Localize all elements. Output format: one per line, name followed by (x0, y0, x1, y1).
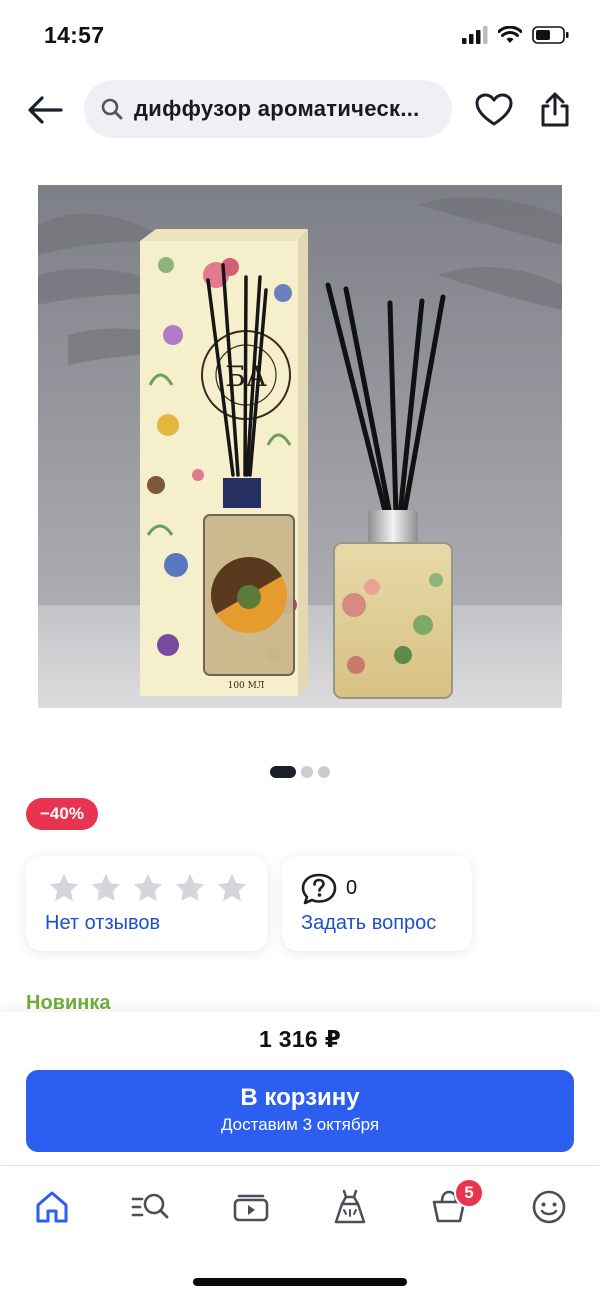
nav-catalog[interactable] (125, 1182, 175, 1232)
no-reviews-link[interactable]: Нет отзывов (45, 912, 160, 935)
bottom-navigation: 5 (0, 1166, 600, 1246)
pagination-dot[interactable] (301, 766, 313, 778)
pagination-dot-active[interactable] (270, 766, 296, 778)
share-icon (541, 92, 569, 127)
home-indicator (193, 1278, 407, 1286)
image-pagination (270, 766, 330, 778)
nav-home[interactable] (27, 1182, 77, 1232)
status-time: 14:57 (44, 22, 105, 48)
search-input[interactable]: диффузор ароматическ... (84, 80, 452, 138)
catalog-search-icon (131, 1193, 169, 1219)
delivery-date: Доставим 3 октября (220, 1115, 380, 1134)
share-button[interactable] (534, 88, 576, 132)
battery-icon (532, 26, 569, 44)
dress-icon (334, 1189, 366, 1224)
star-icon (50, 874, 78, 901)
buy-panel: 1 316 ₽ В корзину Доставим 3 октября (0, 1012, 600, 1166)
cart-count-badge: 5 (454, 1178, 484, 1208)
top-bar: диффузор ароматическ... (0, 78, 600, 142)
questions-count: 0 (346, 877, 358, 899)
rating-stars (48, 872, 248, 904)
arrow-left-icon (28, 96, 63, 124)
add-to-cart-button[interactable]: В корзину Доставим 3 октября (26, 1070, 574, 1152)
signal-icon (462, 26, 488, 44)
star-icon (134, 874, 162, 901)
add-to-cart-label: В корзину (240, 1084, 360, 1111)
reviews-card[interactable]: Нет отзывов (26, 856, 268, 951)
ask-question-link[interactable]: Задать вопрос (301, 912, 436, 935)
discount-badge: −40% (26, 798, 98, 830)
search-icon (100, 95, 128, 123)
box-volume: 100 МЛ (228, 681, 265, 691)
heart-icon (475, 93, 513, 126)
star-icon (92, 874, 120, 901)
search-query: диффузор ароматическ... (134, 96, 420, 121)
product-image[interactable]: БА 100 МЛ (38, 185, 562, 708)
product-price: 1 316 ₽ (258, 1026, 342, 1052)
questions-card[interactable]: 0 Задать вопрос (282, 856, 472, 951)
nav-profile[interactable] (524, 1182, 574, 1232)
home-icon (36, 1191, 68, 1223)
star-icon (176, 874, 204, 901)
smiley-profile-icon (532, 1190, 566, 1224)
nav-cart[interactable]: 5 (424, 1178, 484, 1232)
question-bubble-icon (301, 873, 337, 905)
status-icons (462, 25, 570, 45)
back-button[interactable] (22, 90, 68, 130)
favorite-button[interactable] (472, 90, 516, 130)
status-bar: 14:57 (0, 0, 600, 70)
wifi-icon (498, 26, 522, 43)
pagination-dot[interactable] (318, 766, 330, 778)
nav-video[interactable] (226, 1182, 276, 1232)
star-icon (218, 874, 246, 901)
nav-fashion[interactable] (325, 1182, 375, 1232)
video-icon (233, 1194, 269, 1222)
